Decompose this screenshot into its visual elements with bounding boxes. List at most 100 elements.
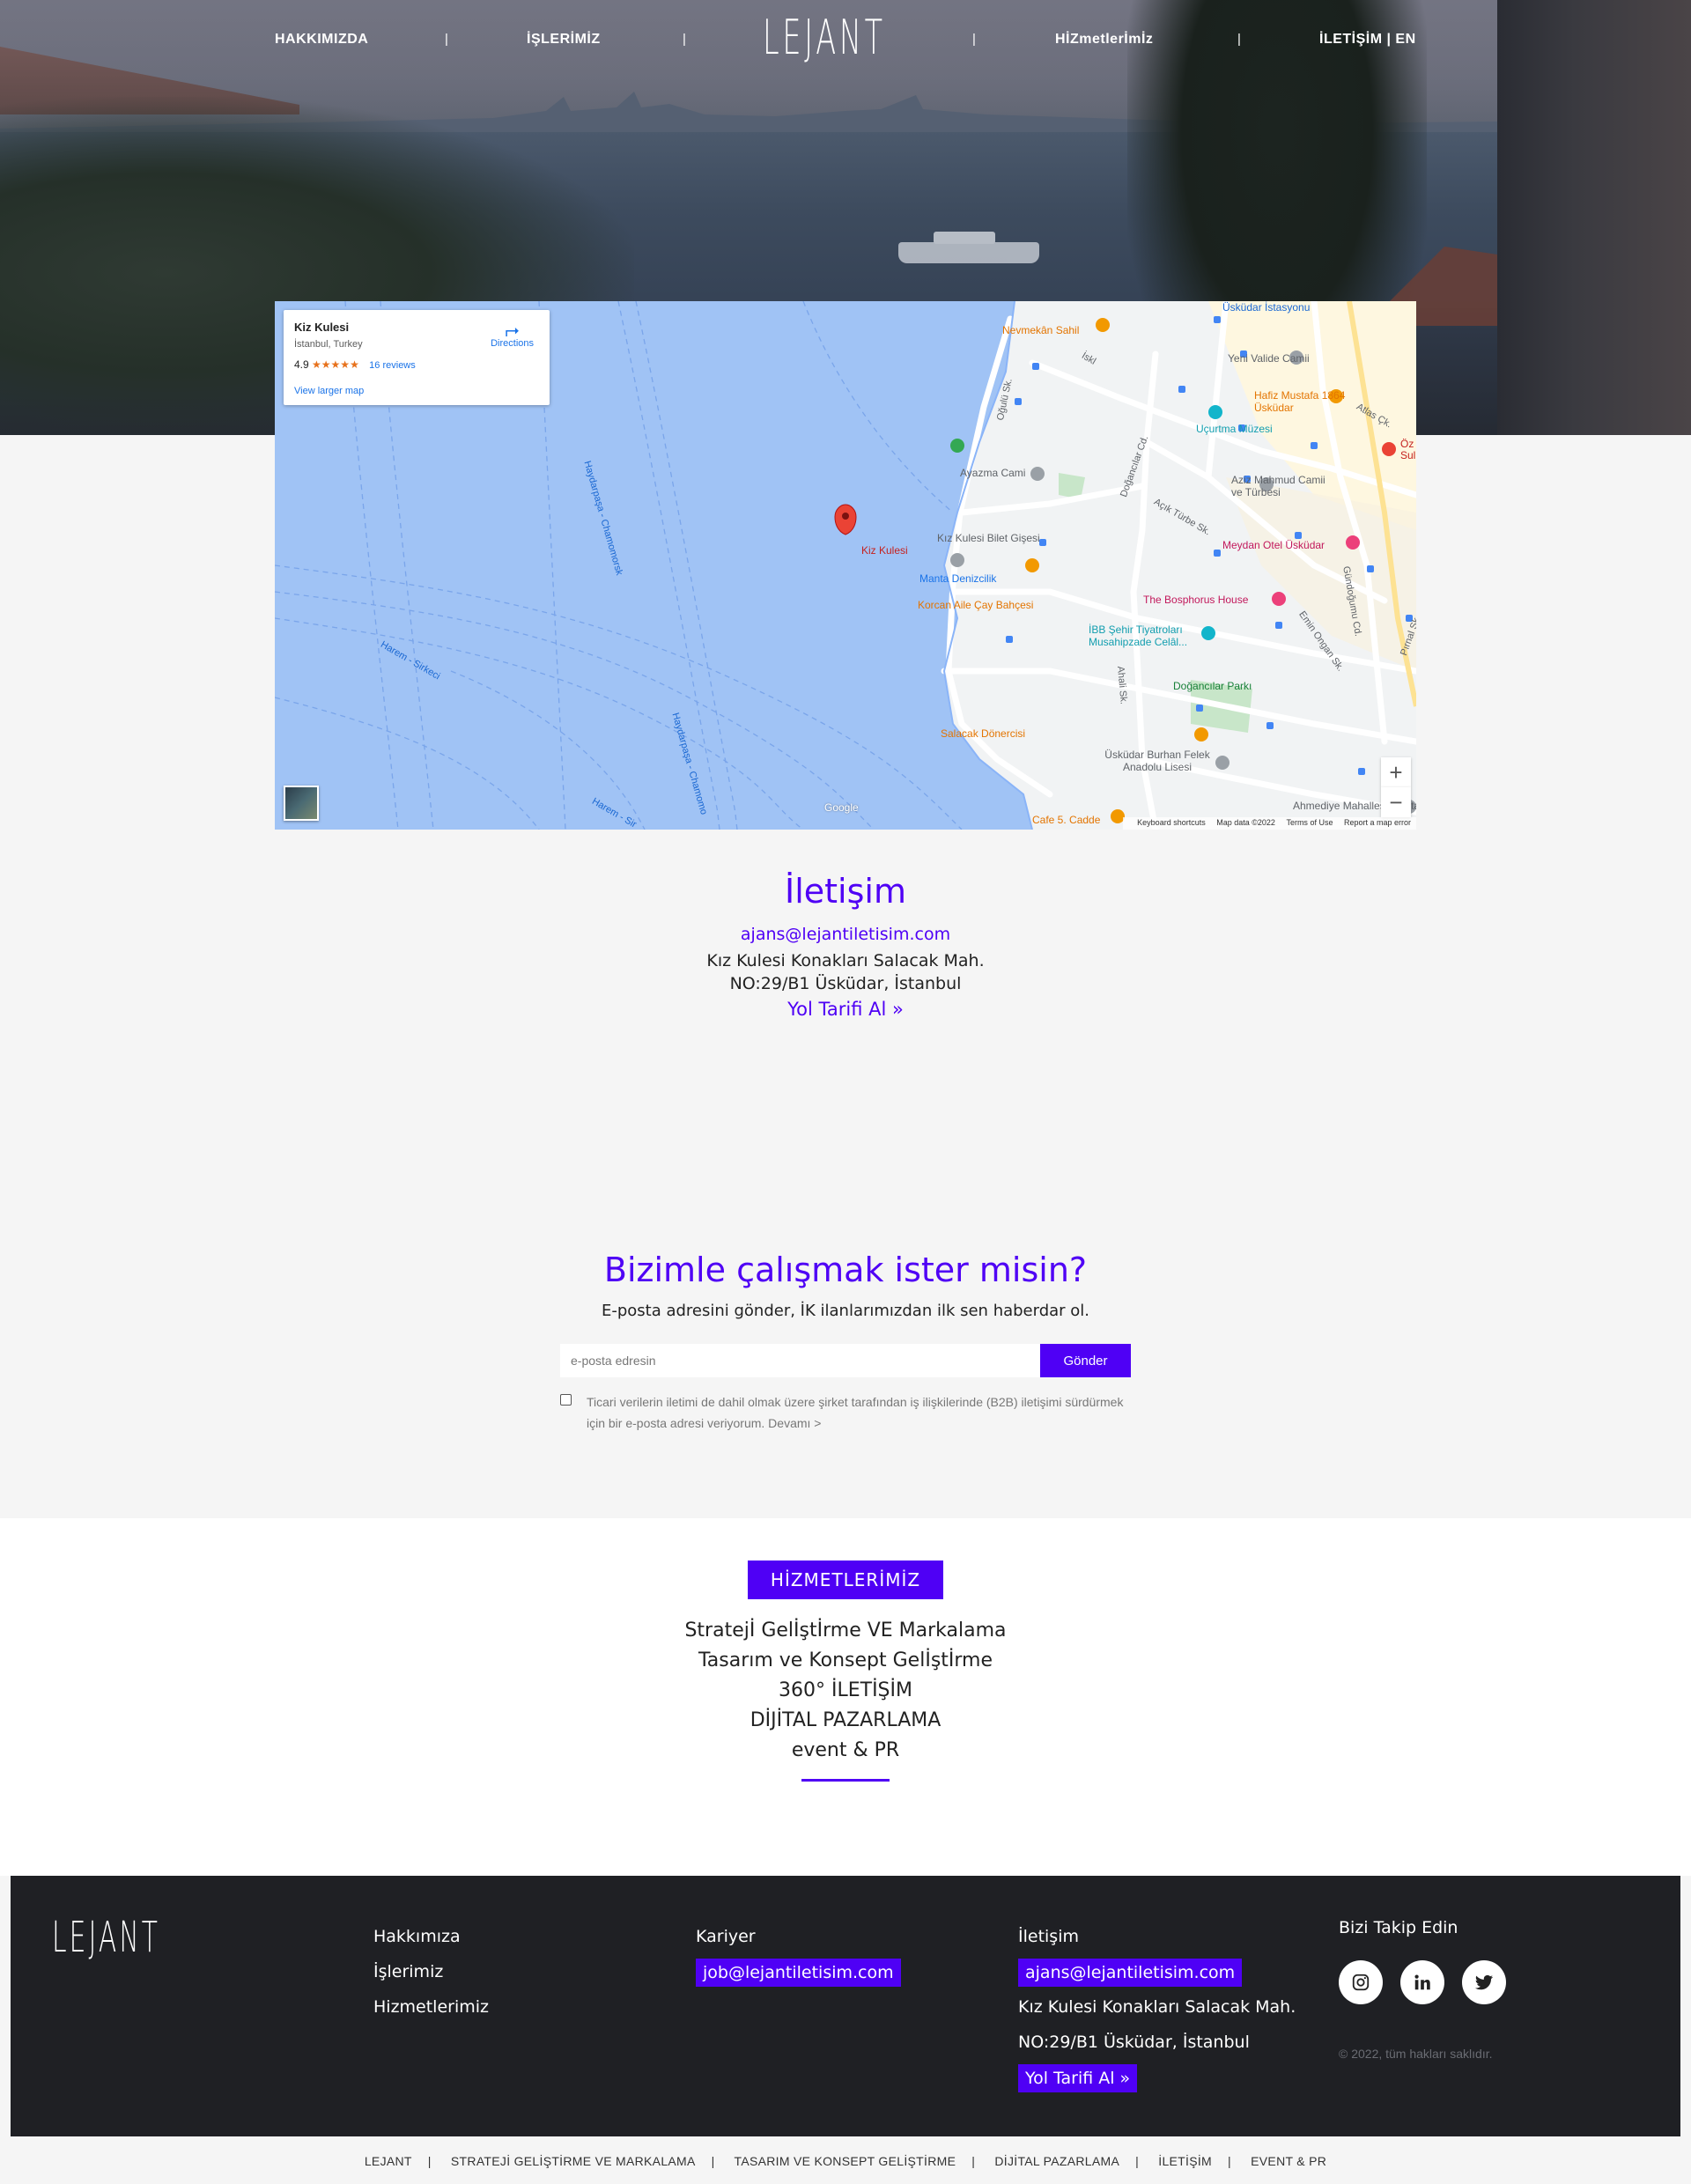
contact-title: İletişim (785, 872, 906, 911)
map-label: Kız Kulesi Bilet Gişesi (937, 532, 1040, 544)
map-label: Korcan Aile Çay Bahçesi (918, 599, 1034, 611)
map-footer: Keyboard shortcuts Map data ©2022 Terms … (1123, 817, 1416, 830)
bottom-link[interactable]: İLETİŞİM (1158, 2154, 1212, 2168)
map-place-card: Kiz Kulesi İstanbul, Turkey 4.9 ★★★★★ 16… (284, 310, 550, 405)
service-item[interactable]: event & PR (0, 1740, 1691, 1761)
map-label: Öz Sul (1400, 439, 1416, 461)
bottom-link[interactable]: STRATEJİ GELİŞTİRME VE MARKALAMA (451, 2154, 696, 2168)
view-larger-map-link[interactable]: View larger map (294, 386, 364, 396)
contact-address-line1: Kız Kulesi Konakları Salacak Mah. (706, 951, 985, 970)
zoom-in-button[interactable]: + (1381, 757, 1411, 787)
careers-form: Gönder (560, 1344, 1131, 1377)
footer-directions-link[interactable]: Yol Tarifi Al » (1018, 2064, 1138, 2092)
footer-careers: Kariyer job@lejantiletisim.com (696, 1923, 901, 1994)
map-label: The Bosphorus House (1143, 594, 1249, 606)
nav-separator: | (683, 32, 686, 47)
careers-subtitle: E-posta adresini gönder, İK ilanlarımızd… (601, 1302, 1090, 1320)
email-input[interactable] (560, 1344, 1040, 1377)
nav-separator: | (445, 32, 448, 47)
copyright-text: © 2022, tüm hakları saklıdır. (1339, 2047, 1493, 2061)
service-item[interactable]: Tasarım ve Konsept Gelİştİrme (0, 1650, 1691, 1671)
reviews-link[interactable]: 16 reviews (369, 360, 416, 371)
bottom-separator: | (971, 2154, 976, 2168)
service-item[interactable]: DİJİTAL PAZARLAMA (0, 1710, 1691, 1731)
contact-email-link[interactable]: ajans@lejantiletisim.com (0, 925, 1691, 944)
footer-careers-title: Kariyer (696, 1927, 756, 1946)
bottom-separator: | (427, 2154, 432, 2168)
follow-title: Bizi Takip Edin (1339, 1918, 1458, 1937)
footer-link-services[interactable]: Hizmetlerimiz (373, 1994, 489, 2029)
footer-link-works[interactable]: İşlerimiz (373, 1959, 489, 1994)
footer-email-link[interactable]: ajans@lejantiletisim.com (1018, 1959, 1243, 1987)
map-label: Yeni Valide Camii (1228, 352, 1310, 365)
keyboard-shortcuts-link[interactable]: Keyboard shortcuts (1137, 818, 1206, 827)
directions-icon: ⮣ (505, 321, 520, 340)
footer-logo[interactable]: LEJANT (52, 1916, 160, 1959)
bottom-links: LEJANT | STRATEJİ GELİŞTİRME VE MARKALAMA… (0, 2154, 1691, 2168)
google-logo: Google (824, 801, 859, 814)
footer-contact: İletişim ajans@lejantiletisim.com Kız Ku… (1018, 1923, 1296, 2099)
nav-separator: | (1237, 32, 1241, 47)
services-list: Stratejİ Gelİştİrme VE Markalama Tasarım… (0, 1620, 1691, 1761)
map-label: Uçurtma Müzesi (1196, 423, 1273, 435)
map-data-text: Map data ©2022 (1216, 818, 1275, 827)
map-label: Salacak Dönercisi (941, 727, 1026, 740)
map-label: Üsküdar İstasyonu (1222, 301, 1311, 314)
bottom-separator: | (1228, 2154, 1231, 2168)
services-section: HİZMETLERİMİZ Stratejİ Gelİştİrme VE Mar… (0, 1561, 1691, 1782)
nav-about[interactable]: HAKKIMIZDA (275, 32, 368, 48)
directions-label: Directions (491, 338, 534, 349)
map-label: Hafiz Mustafa 1864 Üsküdar (1254, 389, 1346, 414)
map-label: Cafe 5. Cadde (1032, 814, 1101, 826)
rating-value: 4.9 (294, 358, 309, 371)
instagram-icon[interactable] (1339, 1960, 1383, 2004)
map-label: Doğancılar Parkı (1173, 680, 1252, 692)
service-item[interactable]: 360° İLETİŞİM (0, 1680, 1691, 1701)
directions-link[interactable]: Yol Tarifi Al » (0, 999, 1691, 1020)
bottom-separator: | (711, 2154, 715, 2168)
google-map[interactable]: Kiz Kulesi Üsküdar İstasyonu Nevmekân Sa… (275, 301, 1416, 830)
rating-stars-icon: ★★★★★ (312, 358, 359, 371)
map-label: Manta Denizcilik (919, 572, 997, 585)
bottom-link[interactable]: EVENT & PR (1251, 2154, 1326, 2168)
terms-link[interactable]: Terms of Use (1286, 818, 1333, 827)
zoom-out-button[interactable]: − (1381, 787, 1411, 817)
bottom-link[interactable]: LEJANT (365, 2154, 412, 2168)
report-error-link[interactable]: Report a map error (1344, 818, 1411, 827)
logo[interactable]: LEJANT (763, 14, 886, 62)
consent-row: Ticari verilerin iletimi de dahil olmak … (560, 1391, 1141, 1434)
map-label: Nevmekân Sahil (1002, 324, 1080, 336)
hero-ship (898, 232, 1039, 263)
bottom-link[interactable]: DİJİTAL PAZARLAMA (994, 2154, 1119, 2168)
directions-button[interactable]: ⮣ Directions (491, 321, 534, 349)
map-pin-label: Kiz Kulesi (861, 544, 908, 557)
map-label: Aziz Mahmud Camii ve Türbesi (1231, 474, 1325, 498)
careers-title: Bizimle çalışmak ister misin? (603, 1251, 1088, 1289)
bottom-link[interactable]: TASARIM VE KONSEPT GELİŞTİRME (735, 2154, 956, 2168)
careers-section: Bizimle çalışmak ister misin? E-posta ad… (0, 1251, 1691, 1430)
twitter-icon[interactable] (1462, 1960, 1506, 2004)
service-item[interactable]: Stratejİ Gelİştİrme VE Markalama (0, 1620, 1691, 1642)
nav-separator: | (972, 32, 976, 47)
map-label: Üsküdar Burhan Felek Anadolu Lisesi (1104, 749, 1210, 773)
top-nav: HAKKIMIZDA | İŞLERİMİZ | LEJANT | HİZmet… (0, 0, 1691, 83)
map-label: İBB Şehir Tiyatroları Musahipzade Celâl.… (1089, 623, 1188, 648)
contact-address-line2: NO:29/B1 Üsküdar, İstanbul (729, 974, 962, 993)
footer-address-line1: Kız Kulesi Konakları Salacak Mah. (1018, 1997, 1296, 2017)
consent-checkbox[interactable] (560, 1394, 572, 1406)
submit-button[interactable]: Gönder (1040, 1344, 1131, 1377)
linkedin-icon[interactable] (1400, 1960, 1444, 2004)
satellite-toggle[interactable] (284, 786, 319, 821)
nav-services[interactable]: HİZmetlerİmİz (1055, 32, 1153, 48)
nav-contact-lang[interactable]: İLETİŞİM | EN (1319, 32, 1416, 48)
services-divider (801, 1779, 890, 1782)
map-place-rating: 4.9 ★★★★★ 16 reviews (294, 358, 539, 371)
consent-text: Ticari verilerin iletimi de dahil olmak … (587, 1395, 1124, 1430)
map-label: Meydan Otel Üsküdar (1222, 539, 1325, 551)
footer: LEJANT Hakkımıza İşlerimiz Hizmetlerimiz… (11, 1876, 1680, 2136)
footer-link-about[interactable]: Hakkımıza (373, 1923, 489, 1959)
nav-works[interactable]: İŞLERİMİZ (527, 32, 601, 48)
services-badge[interactable]: HİZMETLERİMİZ (747, 1561, 944, 1599)
careers-email-link[interactable]: job@lejantiletisim.com (696, 1959, 901, 1987)
footer-nav: Hakkımıza İşlerimiz Hizmetlerimiz (373, 1923, 489, 2029)
